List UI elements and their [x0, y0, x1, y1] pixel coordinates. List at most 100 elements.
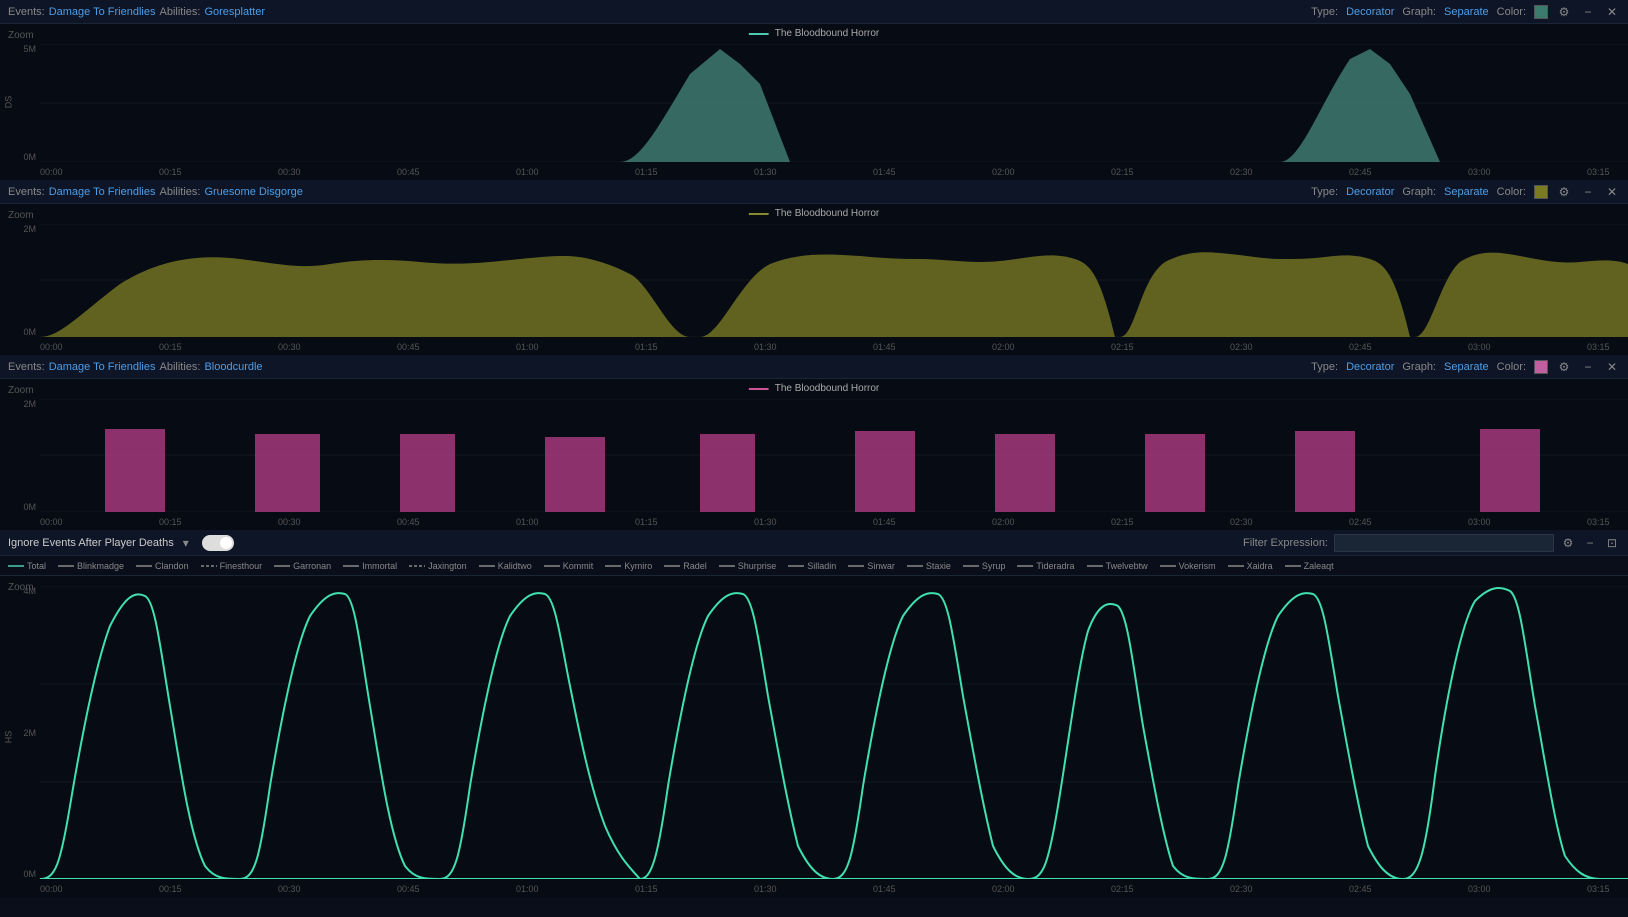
svg-text:02:00: 02:00 — [992, 517, 1015, 527]
gear-icon-3[interactable]: ⚙ — [1556, 359, 1572, 375]
chart-legend-1: The Bloodbound Horror — [749, 28, 880, 39]
svg-text:00:30: 00:30 — [278, 884, 301, 894]
svg-text:01:00: 01:00 — [516, 517, 539, 527]
svg-text:03:00: 03:00 — [1468, 884, 1491, 894]
legend-label: Total — [27, 561, 46, 571]
color-swatch-3[interactable] — [1534, 360, 1548, 374]
legend-label: Kymiro — [624, 561, 652, 571]
chart-area-3: The Bloodbound Horror Zoom 2M 0M 00:00 — [0, 379, 1628, 530]
svg-text:01:45: 01:45 — [873, 342, 896, 352]
close-icon-2[interactable]: ✕ — [1604, 184, 1620, 200]
svg-text:03:00: 03:00 — [1468, 517, 1491, 527]
legend-item: Staxie — [907, 561, 951, 571]
filter-gear-icon[interactable]: ⚙ — [1560, 535, 1576, 551]
svg-text:01:15: 01:15 — [635, 167, 658, 177]
color-label-3: Color: — [1497, 361, 1526, 373]
ignore-events-toggle[interactable] — [202, 535, 234, 551]
filter-expand-icon[interactable]: ⊡ — [1604, 535, 1620, 551]
svg-text:00:45: 00:45 — [397, 884, 420, 894]
legend-item: Jaxington — [409, 561, 467, 571]
y-min-1: 0M — [23, 152, 36, 162]
graph-value-2: Separate — [1444, 186, 1489, 198]
y-max-1: 5M — [23, 44, 36, 54]
minus-icon-2[interactable]: − — [1580, 184, 1596, 200]
svg-text:01:00: 01:00 — [516, 167, 539, 177]
minus-icon-1[interactable]: − — [1580, 4, 1596, 20]
legend-item: Blinkmadge — [58, 561, 124, 571]
legend-item: Total — [8, 561, 46, 571]
y-max-3: 2M — [23, 399, 36, 409]
legend-item: Kommit — [544, 561, 594, 571]
graph-label-2: Graph: — [1402, 186, 1436, 198]
legend-label: Clandon — [155, 561, 189, 571]
y-min-2: 0M — [23, 327, 36, 337]
ignore-events-button[interactable]: Ignore Events After Player Deaths ▾ — [8, 535, 194, 551]
svg-text:00:00: 00:00 — [40, 884, 63, 894]
svg-text:01:30: 01:30 — [754, 342, 777, 352]
svg-text:02:45: 02:45 — [1349, 342, 1372, 352]
ignore-events-label: Ignore Events After Player Deaths — [8, 537, 174, 549]
zoom-label-2[interactable]: Zoom — [8, 210, 34, 221]
svg-text:00:15: 00:15 — [159, 167, 182, 177]
bottom-panel: Ignore Events After Player Deaths ▾ Filt… — [0, 530, 1628, 897]
abilities-label-3: Abilities: — [159, 361, 200, 373]
panel-header-right-3: Type: Decorator Graph: Separate Color: ⚙… — [1311, 359, 1620, 375]
svg-text:01:45: 01:45 — [873, 517, 896, 527]
legend-label: Radel — [683, 561, 707, 571]
zoom-label-3[interactable]: Zoom — [8, 385, 34, 396]
svg-text:02:00: 02:00 — [992, 342, 1015, 352]
abilities-value-1: Goresplatter — [204, 6, 265, 18]
panel-header-left-1: Events: Damage To Friendlies Abilities: … — [8, 6, 265, 18]
svg-text:02:45: 02:45 — [1349, 167, 1372, 177]
close-icon-1[interactable]: ✕ — [1604, 4, 1620, 20]
gear-icon-2[interactable]: ⚙ — [1556, 184, 1572, 200]
legend-item: Kymiro — [605, 561, 652, 571]
graph-value-1: Separate — [1444, 6, 1489, 18]
y-axis-3: 2M 0M — [2, 399, 40, 512]
svg-text:02:15: 02:15 — [1111, 167, 1134, 177]
legend-item: Silladin — [788, 561, 836, 571]
svg-text:00:30: 00:30 — [278, 167, 301, 177]
x-axis-3: 00:00 00:15 00:30 00:45 01:00 01:15 01:3… — [40, 512, 1628, 530]
filter-minus-icon[interactable]: − — [1582, 535, 1598, 551]
minus-icon-3[interactable]: − — [1580, 359, 1596, 375]
legend-item: Syrup — [963, 561, 1006, 571]
type-value-3: Decorator — [1346, 361, 1394, 373]
legend-item: Sinwar — [848, 561, 895, 571]
legend-label: Blinkmadge — [77, 561, 124, 571]
legend-item: Garronan — [274, 561, 331, 571]
legend-item: Radel — [664, 561, 707, 571]
panel-bloodcurdle: Events: Damage To Friendlies Abilities: … — [0, 355, 1628, 530]
color-swatch-1[interactable] — [1534, 5, 1548, 19]
gear-icon-1[interactable]: ⚙ — [1556, 4, 1572, 20]
svg-text:02:15: 02:15 — [1111, 342, 1134, 352]
svg-text:02:45: 02:45 — [1349, 517, 1372, 527]
legend-label: Sinwar — [867, 561, 895, 571]
svg-text:00:15: 00:15 — [159, 884, 182, 894]
color-swatch-2[interactable] — [1534, 185, 1548, 199]
close-icon-3[interactable]: ✕ — [1604, 359, 1620, 375]
legend-text-2: The Bloodbound Horror — [775, 208, 880, 219]
svg-text:01:15: 01:15 — [635, 884, 658, 894]
svg-text:00:00: 00:00 — [40, 167, 63, 177]
type-value-2: Decorator — [1346, 186, 1394, 198]
type-label-2: Type: — [1311, 186, 1338, 198]
y-min-3: 0M — [23, 502, 36, 512]
panel-header-1: Events: Damage To Friendlies Abilities: … — [0, 0, 1628, 24]
svg-text:02:15: 02:15 — [1111, 517, 1134, 527]
legend-label: Kommit — [563, 561, 594, 571]
svg-text:02:30: 02:30 — [1230, 884, 1253, 894]
legend-label: Jaxington — [428, 561, 467, 571]
chart-svg-1 — [40, 44, 1628, 162]
legend-item: Twelvebtw — [1087, 561, 1148, 571]
filter-input[interactable] — [1334, 534, 1554, 552]
chevron-down-icon[interactable]: ▾ — [178, 535, 194, 551]
zoom-label-1[interactable]: Zoom — [8, 30, 34, 41]
legend-label: Vokerism — [1179, 561, 1216, 571]
svg-text:02:15: 02:15 — [1111, 884, 1134, 894]
graph-label-3: Graph: — [1402, 361, 1436, 373]
svg-text:01:15: 01:15 — [635, 342, 658, 352]
legend-item: Tideradra — [1017, 561, 1074, 571]
legend-text-3: The Bloodbound Horror — [775, 383, 880, 394]
type-label-1: Type: — [1311, 6, 1338, 18]
